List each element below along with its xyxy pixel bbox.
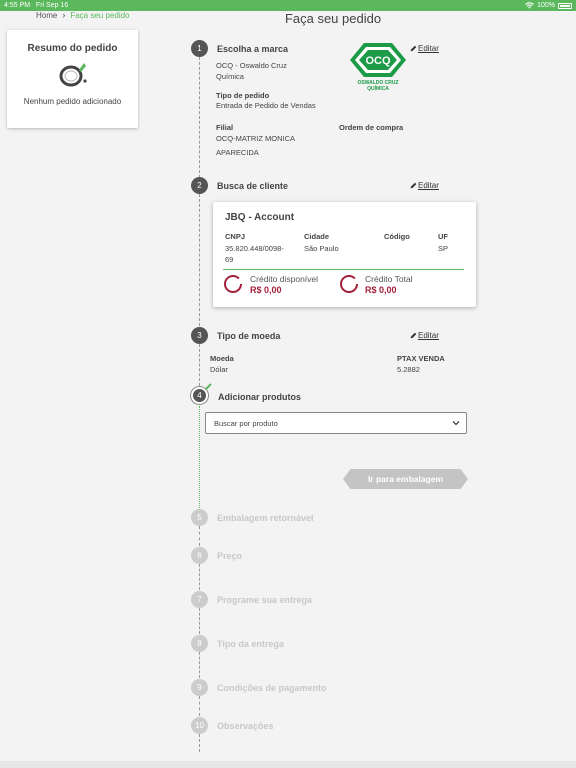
timeline-connector [199, 344, 200, 386]
step-10-number: 10 [191, 717, 208, 734]
battery-percent: 100% [537, 2, 555, 9]
step-10-title: Observações [217, 721, 274, 731]
step-6-number: 6 [191, 547, 208, 564]
step-4-active-indicator-icon [205, 383, 212, 390]
edit-label: Editar [418, 331, 439, 340]
pencil-icon [410, 332, 417, 339]
breadcrumb-home[interactable]: Home [36, 11, 57, 20]
step-6-title: Preço [217, 551, 243, 561]
wifi-icon [525, 2, 534, 9]
step-1-edit-button[interactable]: Editar [410, 44, 439, 53]
step-7-title: Programe sua entrega [217, 595, 313, 605]
ptax-label: PTAX VENDA [397, 354, 445, 363]
credit-available-value: R$ 0,00 [250, 285, 282, 295]
client-card[interactable]: JBQ - Account CNPJ 35.820.448/0098- 69 C… [213, 202, 476, 307]
timeline-connector-active [199, 406, 200, 510]
branch-label: Filial [216, 123, 234, 132]
branch-value-line2: APARECIDA [216, 148, 259, 157]
step-4-title[interactable]: Adicionar produtos [218, 392, 301, 402]
brand-name-line1: OCQ - Oswaldo Cruz [216, 61, 287, 70]
client-name: JBQ - Account [225, 212, 295, 223]
pencil-icon [410, 182, 417, 189]
card-divider [223, 269, 464, 270]
pencil-icon [410, 45, 417, 52]
product-search-select[interactable]: Buscar por produto [205, 412, 467, 434]
cnpj-value-line2: 69 [225, 255, 234, 264]
step-3-title[interactable]: Tipo de moeda [217, 331, 280, 341]
step-7-number: 7 [191, 591, 208, 608]
breadcrumb: Home › Faça seu pedido [36, 10, 130, 20]
step-9-number: 9 [191, 679, 208, 696]
battery-icon [558, 2, 572, 9]
product-search-placeholder: Buscar por produto [214, 419, 278, 428]
page-title: Faça seu pedido [284, 11, 382, 26]
step-2-number: 2 [191, 177, 208, 194]
edit-label: Editar [418, 44, 439, 53]
step-5-title: Embalagem retornável [217, 513, 314, 523]
cnpj-value-line1: 35.820.448/0098- [225, 244, 284, 253]
brand-name-line2: Química [216, 72, 244, 81]
step-1-number: 1 [191, 40, 208, 57]
empty-cart-icon [59, 63, 87, 87]
code-label: Código [384, 232, 410, 241]
step-2-title[interactable]: Busca de cliente [217, 181, 288, 191]
uf-label: UF [438, 232, 448, 241]
ptax-value: 5.2882 [397, 365, 420, 374]
branch-value-line1: OCQ-MATRIZ MONICA [216, 134, 296, 143]
breadcrumb-current: Faça seu pedido [70, 10, 130, 20]
step-1-title[interactable]: Escolha a marca [217, 44, 288, 54]
ocq-brand-logo: OCQ OSWALDO CRUZ QUÍMICA [350, 43, 406, 92]
step-9-title: Condições de pagamento [217, 683, 327, 693]
order-summary-card: Resumo do pedido Nenhum pedido adicionad… [7, 30, 138, 128]
timeline-connector [199, 652, 200, 678]
step-3-edit-button[interactable]: Editar [410, 331, 439, 340]
logo-text: OCQ [365, 55, 391, 67]
credit-available-icon [224, 275, 242, 293]
summary-empty-text: Nenhum pedido adicionado [23, 97, 122, 106]
edit-label: Editar [418, 181, 439, 190]
step-2-edit-button[interactable]: Editar [410, 181, 439, 190]
uf-value: SP [438, 244, 449, 253]
status-right: 100% [525, 0, 572, 11]
currency-value: Dólar [210, 365, 228, 374]
city-value: São Paulo [304, 244, 339, 253]
step-3-number: 3 [191, 327, 208, 344]
chevron-down-icon [452, 421, 460, 426]
timeline-connector [199, 734, 200, 752]
credit-available-label: Crédito disponível [250, 274, 319, 284]
summary-title: Resumo do pedido [27, 43, 118, 54]
order-type-value: Entrada de Pedido de Vendas [216, 101, 316, 110]
order-type-label: Tipo de pedido [216, 91, 270, 100]
currency-label: Moeda [210, 354, 234, 363]
credit-total-value: R$ 0,00 [365, 285, 397, 295]
credit-total-icon [340, 275, 358, 293]
bottom-bar [0, 761, 576, 768]
credit-total-label: Crédito Total [365, 274, 413, 284]
step-8-number: 8 [191, 635, 208, 652]
timeline-connector [199, 608, 200, 634]
timeline-connector [199, 57, 200, 178]
logo-caption-line2: QUÍMICA [367, 84, 389, 92]
cnpj-label: CNPJ [225, 232, 246, 241]
step-8-title: Tipo da entrega [217, 639, 284, 649]
purchase-order-label: Ordem de compra [339, 123, 404, 132]
timeline-connector [199, 564, 200, 590]
step-5-number: 5 [191, 509, 208, 526]
chevron-right-icon: › [62, 10, 66, 20]
city-label: Cidade [304, 232, 330, 241]
timeline-connector [199, 526, 200, 546]
go-to-packaging-button[interactable]: Ir para embalagem [343, 469, 468, 489]
timeline-connector [199, 194, 200, 326]
timeline-connector [199, 696, 200, 716]
